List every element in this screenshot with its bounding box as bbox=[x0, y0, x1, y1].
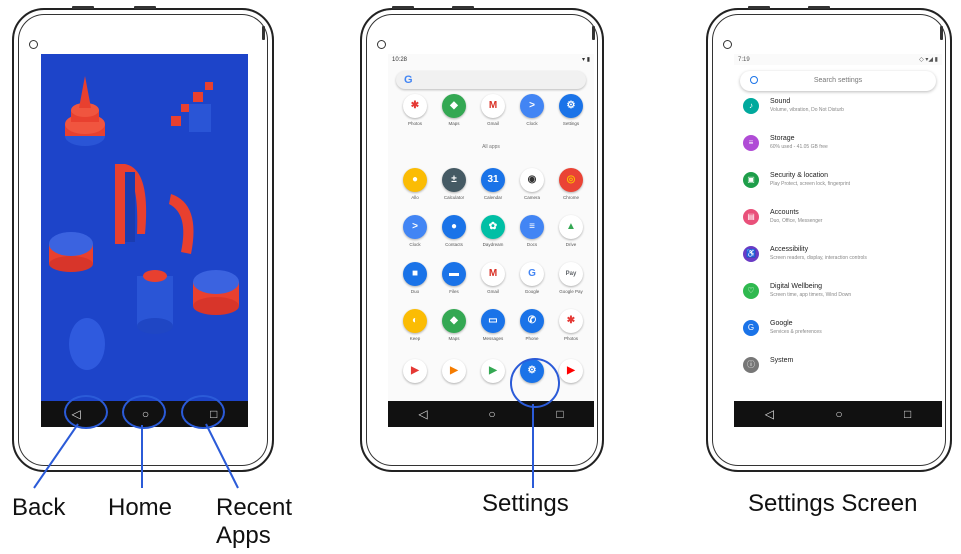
back-label: Back bbox=[12, 494, 66, 521]
recent-apps-label: Recent Apps bbox=[216, 494, 293, 549]
settings-screen-label: Settings Screen bbox=[748, 490, 918, 517]
settings-label: Settings bbox=[482, 490, 569, 517]
home-label: Home bbox=[108, 494, 173, 521]
callout-lines bbox=[33, 404, 534, 489]
